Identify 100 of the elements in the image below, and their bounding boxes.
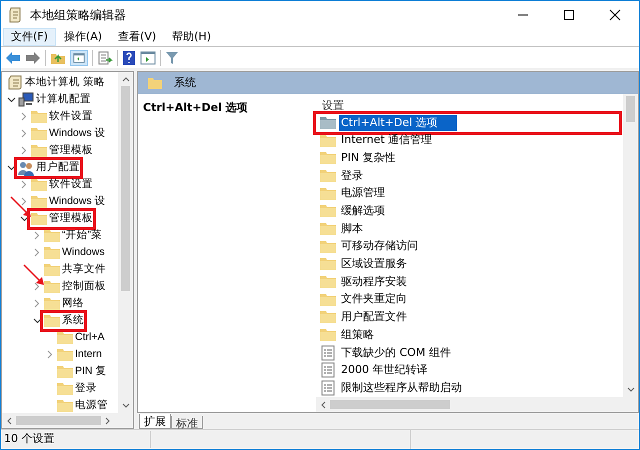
menu-item[interactable]: 文件(F)	[3, 28, 56, 46]
status-text: 10 个设置	[1, 431, 151, 448]
list-item[interactable]: Ctrl+Alt+Del 选项	[339, 114, 457, 131]
tree-item[interactable]: 控制面板	[43, 278, 106, 294]
tree-item[interactable]: Windows 设	[30, 194, 106, 210]
menu-item[interactable]: 操作(A)	[56, 28, 110, 46]
folder-icon	[57, 330, 73, 346]
help-icon[interactable]	[122, 50, 136, 66]
list-item[interactable]: 登录	[339, 168, 363, 184]
folder-icon	[31, 210, 47, 226]
description-title: Ctrl+Alt+Del 选项	[143, 101, 248, 114]
window-title: 本地组策略编辑器	[30, 6, 126, 24]
tree-item[interactable]: 管理模板	[30, 142, 93, 158]
tree-item[interactable]: 电源管	[56, 398, 108, 413]
folder-icon	[57, 398, 73, 413]
vertical-scrollbar[interactable]	[623, 94, 638, 397]
tree-item[interactable]: PIN 复	[56, 364, 106, 380]
tree-item[interactable]: 软件设置	[30, 176, 93, 192]
pane-title: 系统	[174, 74, 196, 91]
folder-icon	[31, 126, 47, 142]
list-item[interactable]: Internet 通信管理	[339, 132, 432, 149]
list-item[interactable]: 2000 年世纪转译	[339, 362, 428, 378]
folder-icon	[320, 132, 336, 149]
scroll-icon	[8, 6, 22, 22]
column-header[interactable]: 设置	[316, 94, 623, 114]
folder-icon	[44, 228, 60, 244]
tree-item[interactable]: “开始”菜	[43, 228, 102, 244]
forward-arrow-icon[interactable]	[25, 50, 41, 64]
folder-icon	[320, 150, 336, 166]
scroll-thumb[interactable]	[16, 416, 101, 425]
close-icon[interactable]	[609, 8, 621, 20]
tree-item[interactable]: 系统	[43, 312, 84, 328]
list-item[interactable]: 用户配置文件	[339, 309, 407, 326]
folder-icon	[31, 176, 47, 192]
tree-item[interactable]: 网络	[43, 296, 84, 312]
vertical-scrollbar[interactable]	[118, 72, 133, 413]
pane-toggle-icon[interactable]	[70, 50, 88, 66]
folder-icon	[44, 296, 60, 312]
list-item[interactable]: 电源管理	[339, 186, 385, 202]
folder-icon	[57, 346, 73, 362]
folder-icon	[320, 238, 336, 255]
scroll-icon	[7, 74, 23, 90]
folder-icon	[320, 274, 336, 290]
folder-icon	[320, 220, 336, 237]
list-item[interactable]: 下载缺少的 COM 组件	[339, 344, 451, 361]
folder-icon	[44, 278, 60, 294]
horizontal-scrollbar[interactable]	[316, 397, 638, 412]
folder-icon	[320, 292, 336, 308]
tree-item[interactable]: 共享文件	[43, 262, 106, 278]
folder-icon	[320, 203, 336, 220]
window-pane-icon[interactable]	[140, 50, 156, 64]
list-item[interactable]: 区域设置服务	[339, 256, 407, 272]
computer-icon	[18, 92, 34, 108]
setting-page-icon	[320, 344, 336, 361]
folder-icon	[320, 186, 336, 202]
folder-icon	[320, 114, 336, 131]
users-icon	[18, 160, 34, 176]
list-item[interactable]: 组策略	[339, 327, 374, 344]
tree-item[interactable]: 登录	[56, 380, 97, 396]
back-arrow-icon[interactable]	[5, 50, 21, 64]
folder-icon	[320, 309, 336, 326]
folder-icon	[31, 108, 47, 124]
tree-item[interactable]: 计算机配置	[17, 92, 91, 108]
folder-icon	[57, 364, 73, 380]
menu-item[interactable]: 帮助(H)	[164, 28, 219, 46]
folder-icon	[44, 262, 60, 278]
list-item[interactable]: 驱动程序安装	[339, 274, 407, 290]
tree-item[interactable]: Ctrl+A	[56, 330, 104, 346]
menu-item[interactable]: 查看(V)	[110, 28, 164, 46]
list-item[interactable]: 可移动存储访问	[339, 238, 418, 255]
scroll-thumb[interactable]	[121, 86, 130, 291]
folder-icon	[320, 327, 336, 344]
tab[interactable]: 标准	[171, 416, 203, 429]
export-list-icon[interactable]	[97, 50, 113, 64]
folder-icon	[57, 380, 73, 396]
folder-icon	[31, 194, 47, 210]
list-item[interactable]: 缓解选项	[339, 203, 385, 220]
setting-page-icon	[320, 380, 336, 396]
setting-page-icon	[320, 362, 336, 378]
list-item[interactable]: PIN 复杂性	[339, 150, 396, 166]
folder-icon	[148, 77, 162, 89]
folder-icon	[44, 312, 60, 328]
folder-icon	[44, 244, 60, 260]
folder-icon	[320, 168, 336, 184]
tree-item[interactable]: 本地计算机 策略	[6, 74, 105, 90]
tree-item[interactable]: Windows	[43, 244, 105, 260]
tree-item[interactable]: 管理模板	[30, 210, 93, 226]
tree-item[interactable]: 软件设置	[30, 108, 93, 124]
scroll-thumb[interactable]	[626, 96, 635, 122]
scroll-thumb[interactable]	[330, 400, 450, 409]
tab[interactable]: 扩展	[139, 414, 171, 429]
horizontal-scrollbar[interactable]	[2, 413, 133, 428]
maximize-icon[interactable]	[563, 8, 575, 20]
list-item[interactable]: 限制这些程序从帮助启动	[339, 380, 462, 396]
tree-item[interactable]: Windows 设	[30, 126, 106, 142]
list-item[interactable]: 文件夹重定向	[339, 292, 407, 308]
filter-icon[interactable]	[165, 50, 179, 64]
list-item[interactable]: 脚本	[339, 220, 363, 237]
tree-item[interactable]: Intern	[56, 346, 102, 362]
tree-item[interactable]: 用户配置	[17, 160, 80, 176]
